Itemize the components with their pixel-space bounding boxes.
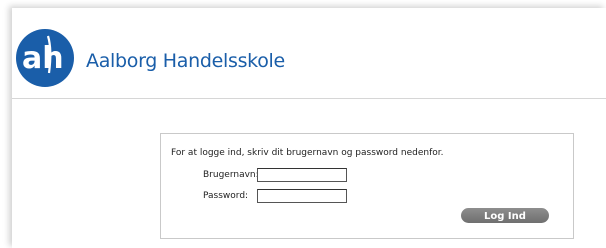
school-logo: ah	[16, 29, 74, 87]
login-instructions: For at logge ind, skriv dit brugernavn o…	[171, 148, 444, 158]
password-label: Password:	[203, 191, 249, 201]
header: ah Aalborg Handelsskole	[12, 8, 606, 99]
school-name: Aalborg Handelsskole	[86, 50, 285, 72]
password-input[interactable]	[257, 189, 347, 203]
username-input[interactable]	[257, 168, 347, 182]
login-button[interactable]: Log Ind	[461, 208, 549, 223]
page: ah Aalborg Handelsskole For at logge ind…	[0, 0, 606, 248]
logo-text: ah	[22, 41, 64, 76]
page-frame: ah Aalborg Handelsskole For at logge ind…	[12, 8, 606, 248]
username-label: Brugernavn:	[203, 170, 259, 180]
login-form: For at logge ind, skriv dit brugernavn o…	[160, 133, 574, 239]
